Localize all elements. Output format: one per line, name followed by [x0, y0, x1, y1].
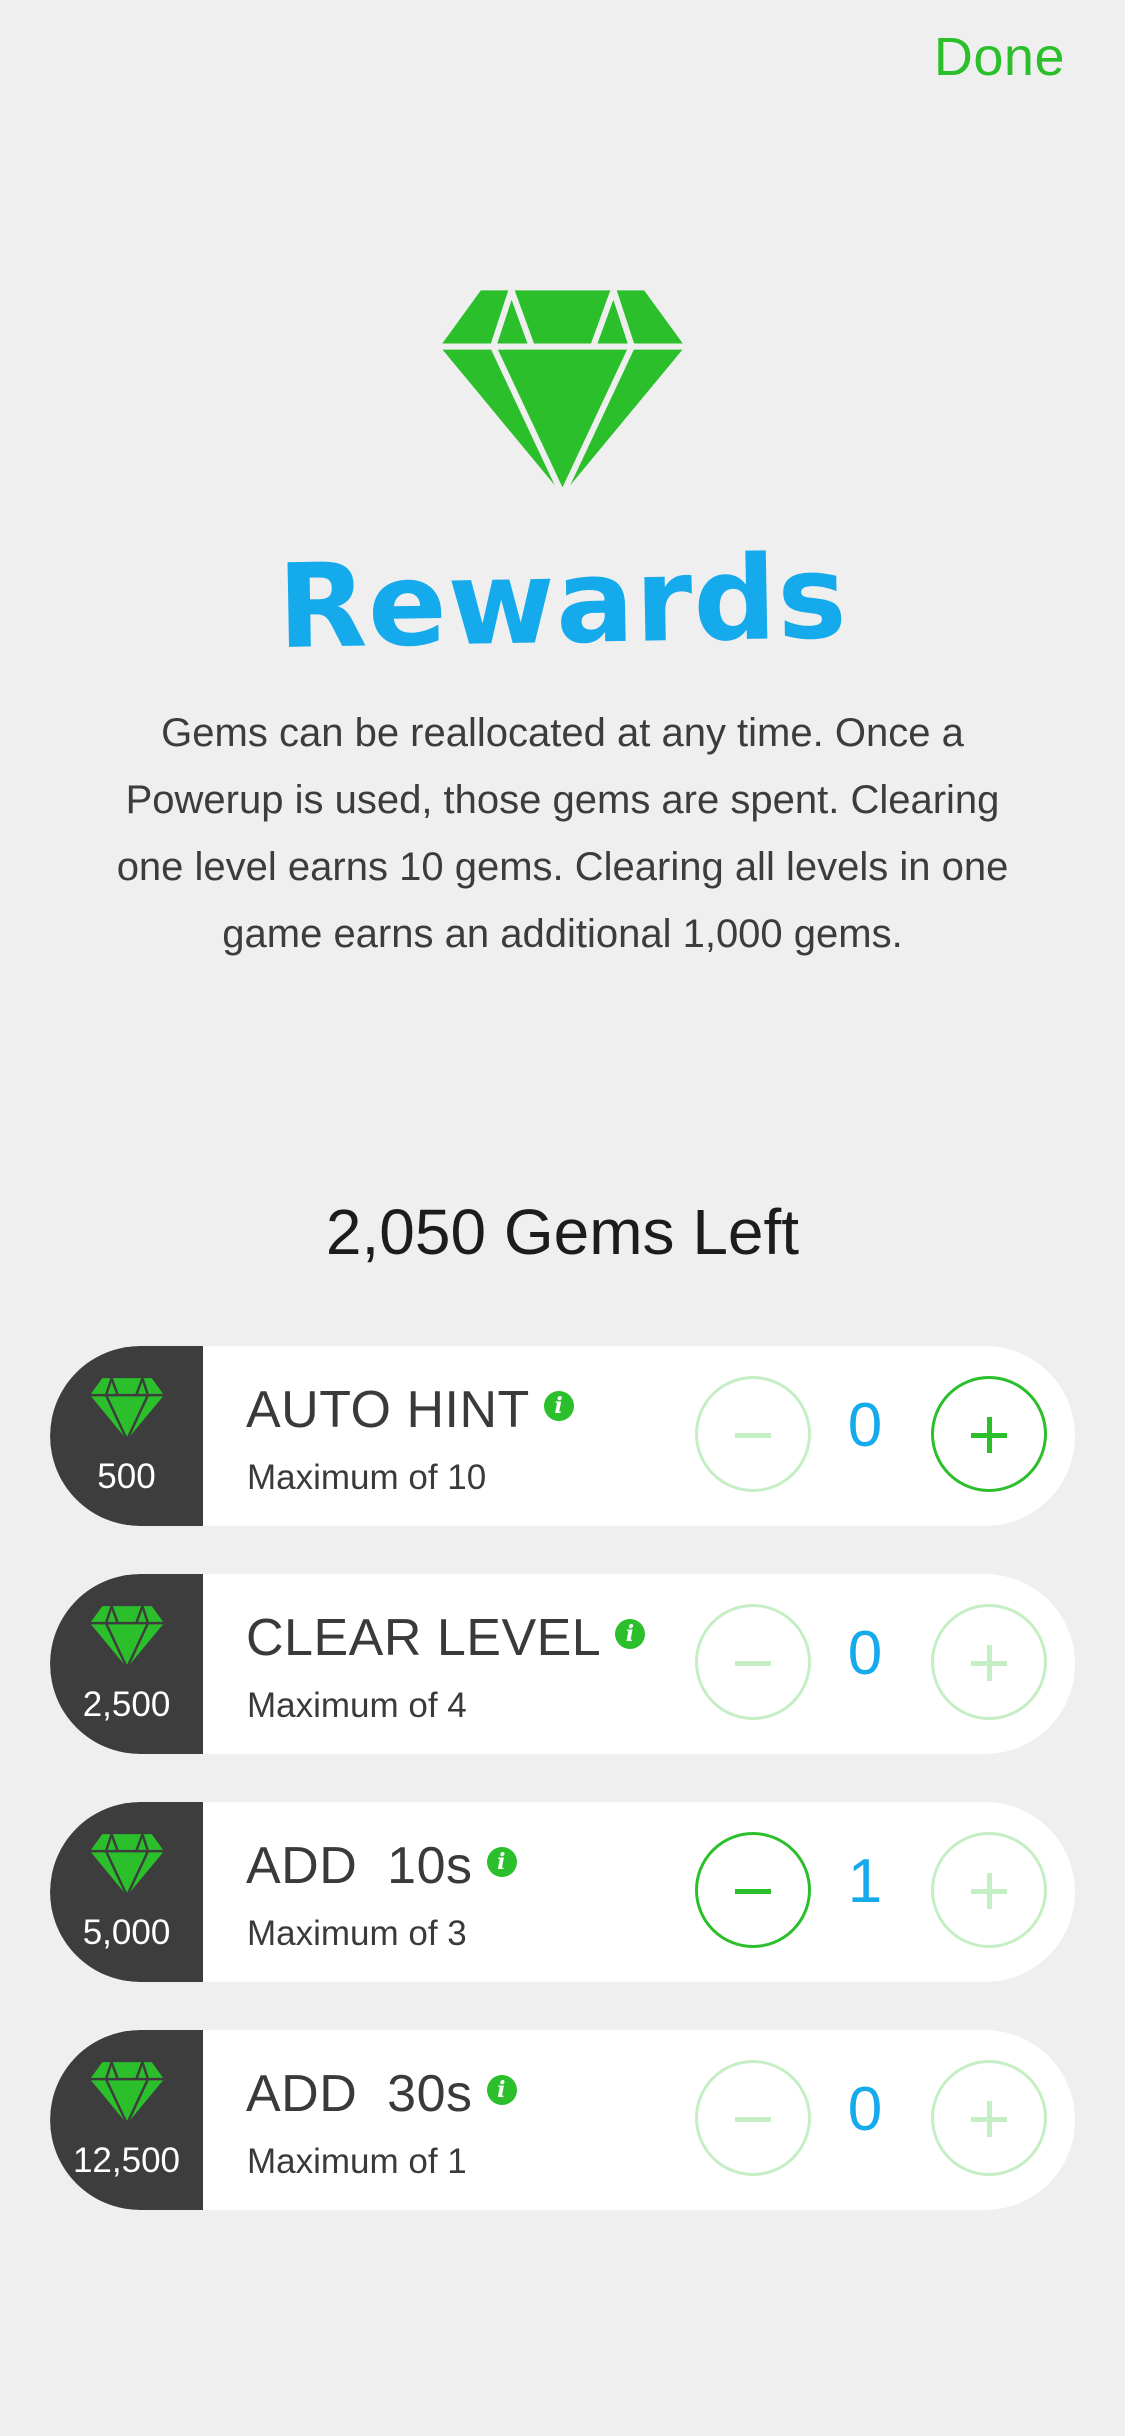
cost-value: 12,500: [72, 2141, 181, 2180]
powerup-maximum: Maximum of 10: [247, 1458, 487, 1497]
gem-icon: [440, 290, 685, 495]
powerup-name: AUTO HINT i: [246, 1380, 574, 1440]
page-title: Rewards: [276, 530, 849, 675]
powerup-row-add-10s: 5,000 ADD 10s i Maximum of 3 1: [50, 1802, 1075, 1982]
powerup-row-add-30s: 12,500 ADD 30s i Maximum of 1 0: [50, 2030, 1075, 2210]
gem-icon: [90, 1834, 164, 1896]
increment-button[interactable]: [931, 2060, 1047, 2176]
powerup-maximum: Maximum of 3: [247, 1914, 467, 1953]
powerup-name: CLEAR LEVEL i: [246, 1608, 646, 1668]
powerup-row-clear-level: 2,500 CLEAR LEVEL i Maximum of 4 0: [50, 1574, 1075, 1754]
done-button[interactable]: Done: [934, 26, 1065, 88]
quantity-value: 1: [847, 1847, 883, 1916]
info-icon[interactable]: i: [543, 1391, 574, 1421]
gem-icon: [90, 1606, 164, 1668]
cost-value: 500: [97, 1457, 156, 1496]
powerup-name: ADD 10s i: [246, 1836, 517, 1896]
powerup-list: 500 AUTO HINT i Maximum of 10 0 2,500 CLE…: [50, 1346, 1075, 2258]
powerup-maximum: Maximum of 4: [247, 1686, 467, 1725]
increment-button[interactable]: [931, 1832, 1047, 1948]
cost-value: 2,500: [82, 1685, 171, 1724]
gem-icon: [90, 1378, 164, 1440]
increment-button[interactable]: [931, 1604, 1047, 1720]
cost-badge: 2,500: [50, 1574, 203, 1754]
powerup-name: ADD 30s i: [246, 2064, 517, 2124]
info-icon[interactable]: i: [615, 1619, 646, 1649]
info-icon[interactable]: i: [486, 1847, 517, 1877]
quantity-value: 0: [847, 1391, 883, 1460]
decrement-button[interactable]: [695, 1604, 811, 1720]
decrement-button[interactable]: [695, 1376, 811, 1492]
info-icon[interactable]: i: [486, 2075, 517, 2105]
quantity-value: 0: [847, 2075, 883, 2144]
powerup-row-auto-hint: 500 AUTO HINT i Maximum of 10 0: [50, 1346, 1075, 1526]
cost-badge: 5,000: [50, 1802, 203, 1982]
cost-value: 5,000: [82, 1913, 171, 1952]
cost-badge: 12,500: [50, 2030, 203, 2210]
quantity-value: 0: [847, 1619, 883, 1688]
decrement-button[interactable]: [695, 2060, 811, 2176]
cost-badge: 500: [50, 1346, 203, 1526]
decrement-button[interactable]: [695, 1832, 811, 1948]
gems-left-counter: 2,050 Gems Left: [325, 1196, 800, 1268]
increment-button[interactable]: [931, 1376, 1047, 1492]
powerup-maximum: Maximum of 1: [247, 2142, 467, 2181]
rewards-description: Gems can be reallocated at any time. Onc…: [116, 711, 1009, 956]
gem-icon: [90, 2062, 164, 2124]
